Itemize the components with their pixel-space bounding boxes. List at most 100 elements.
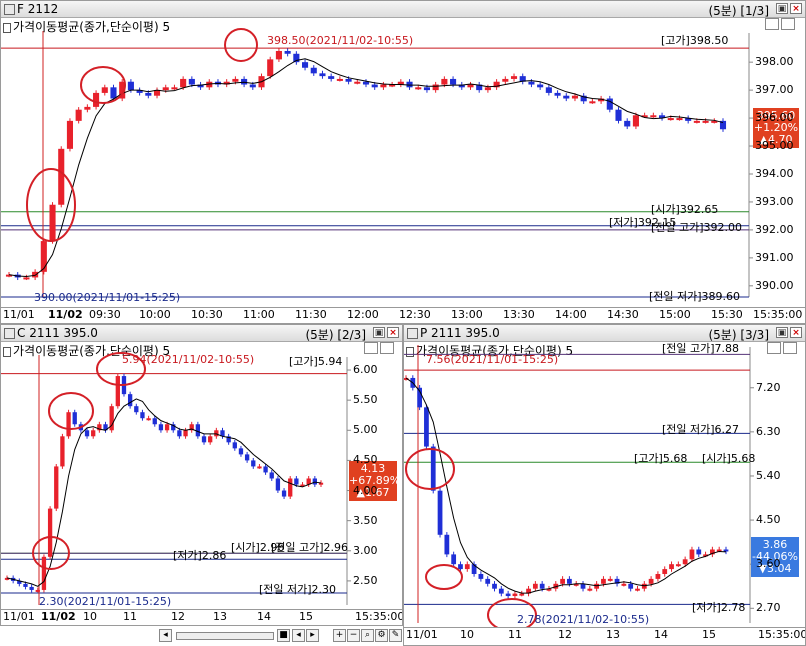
scroll-track[interactable] <box>176 632 274 640</box>
candle-body <box>32 271 39 278</box>
x-tick: 11:30 <box>295 308 327 321</box>
candle-body <box>430 446 436 491</box>
candle-body <box>702 120 709 123</box>
candle-body <box>244 454 250 461</box>
candle-body <box>152 418 157 425</box>
candle-body <box>563 95 570 99</box>
candle-body <box>655 573 661 579</box>
candle-body <box>177 430 182 437</box>
candle-body <box>354 81 361 84</box>
y-tick-label: 4.50 <box>756 513 781 527</box>
futures-chart-panel[interactable]: F 2112 (5분) [1/3] ▣ × 가격이동평균(종가,단순이평) 5 … <box>0 0 806 324</box>
candle-body <box>275 478 281 491</box>
day-high-line-label: [고가]398.50 <box>661 34 729 47</box>
high-value-label: 7.56(2021/11/01-15:25) <box>426 353 559 366</box>
time-axis: 11/01 10 11 12 13 14 15 15:35:00 <box>404 627 805 644</box>
candle-body <box>676 118 683 121</box>
day-high-line-label: [고가]5.94 <box>289 355 343 368</box>
candle-body <box>505 593 511 597</box>
y-tick-label: 2.50 <box>353 573 378 587</box>
candle-body <box>519 593 525 596</box>
time-axis: 11/01 11/02 09:30 10:00 10:30 11:00 11:3… <box>1 307 805 323</box>
scroll-back-button[interactable]: ◂ <box>292 629 305 642</box>
candle-body <box>450 78 457 85</box>
x-tick: 12 <box>558 628 572 641</box>
call-option-chart-panel[interactable]: C 2111 395.0 (5분) [2/3] ▣ × 가격이동평균(종가,단순… <box>0 324 403 626</box>
scroll-left-button[interactable]: ◂ <box>159 629 172 642</box>
candle-body <box>302 62 309 68</box>
candle-body <box>635 588 640 591</box>
candle-body <box>689 549 695 560</box>
x-tick: 13 <box>213 610 227 623</box>
highlight-circle <box>80 66 126 104</box>
y-tick-label: 396.00 <box>755 111 794 125</box>
y-tick-label: 4.00 <box>353 483 378 497</box>
y-tick-label: 7.20 <box>756 380 781 394</box>
x-tick: 11/02 <box>41 610 76 623</box>
x-tick: 15:00 <box>659 308 691 321</box>
search-icon[interactable]: ⌕ <box>361 629 374 642</box>
candle-body <box>545 87 552 93</box>
candle-body <box>380 84 387 88</box>
y-tick-label: 6.30 <box>756 424 781 438</box>
candle-body <box>208 436 213 443</box>
candle-body <box>232 442 237 449</box>
x-tick: 15 <box>702 628 716 641</box>
prev-high-line-label: [전일 고가]7.88 <box>662 342 740 355</box>
candle-body <box>362 81 370 85</box>
candle-body <box>485 578 491 584</box>
candle-body <box>140 412 145 419</box>
highlight-circle <box>425 564 463 590</box>
candle-body <box>415 87 422 90</box>
y-tick-label: 394.00 <box>755 166 794 180</box>
candle-body <box>60 436 65 467</box>
candle-body <box>464 564 470 570</box>
candle-body <box>40 241 47 272</box>
candle-body <box>607 578 613 581</box>
candle-body <box>669 564 674 570</box>
candle-body <box>437 490 443 535</box>
candle-body <box>91 430 96 437</box>
candle-body <box>232 78 239 82</box>
futures-candlestick-chart <box>1 28 753 298</box>
x-tick: 11/01 <box>3 610 35 623</box>
candle-body <box>294 478 299 485</box>
x-tick: 12:30 <box>399 308 431 321</box>
x-tick: 09:30 <box>89 308 121 321</box>
put-option-chart-panel[interactable]: P 2111 395.0 (5분) [3/3] ▣ × 가격이동평균(종가,단순… <box>403 324 806 646</box>
candle-body <box>478 573 484 579</box>
tool-icon[interactable]: ✎ <box>389 629 402 642</box>
candle-body <box>648 578 654 584</box>
candle-body <box>682 559 688 565</box>
y-tick-label: 390.00 <box>755 278 794 292</box>
candle-body <box>554 92 561 96</box>
candle-body <box>146 418 151 421</box>
candle-body <box>257 466 262 469</box>
candle-body <box>267 59 274 77</box>
candle-body <box>528 81 535 85</box>
candle-body <box>539 583 545 589</box>
candle-body <box>696 549 702 555</box>
settings-icon[interactable]: ⚙ <box>375 629 388 642</box>
candle-body <box>571 95 579 99</box>
candle-body <box>29 586 34 590</box>
y-tick-label: 6.00 <box>353 363 378 377</box>
x-tick: 11:00 <box>243 308 275 321</box>
scroll-start-button[interactable]: ■ <box>277 629 290 642</box>
candle-body <box>650 115 657 118</box>
candle-body <box>628 583 634 589</box>
x-tick: 14:30 <box>607 308 639 321</box>
candle-body <box>458 564 463 570</box>
candle-body <box>164 424 170 431</box>
put-candlestick-chart <box>404 345 754 632</box>
x-tick: 13:30 <box>503 308 535 321</box>
candle-body <box>58 148 65 205</box>
scroll-forward-button[interactable]: ▸ <box>306 629 319 642</box>
zoom-out-icon[interactable]: − <box>347 629 360 642</box>
y-tick-label: 391.00 <box>755 250 794 264</box>
x-tick: 15:35:00 <box>355 610 403 623</box>
candle-body <box>328 76 335 79</box>
candle-body <box>110 87 117 99</box>
candle-body <box>601 578 606 584</box>
zoom-in-icon[interactable]: + <box>333 629 346 642</box>
